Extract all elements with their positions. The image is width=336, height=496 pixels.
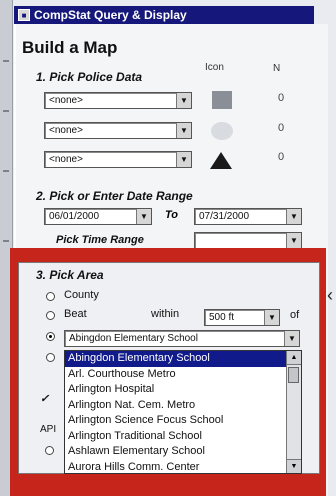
expand-arrow-icon[interactable]: ‹ [327, 285, 333, 306]
chevron-down-icon[interactable]: ▼ [136, 209, 151, 224]
list-item[interactable]: Arlington Science Focus School [65, 413, 301, 429]
checkbox-mark-icon[interactable]: ✓ [40, 392, 49, 405]
list-item[interactable]: Aurora Hills Comm. Center [65, 460, 301, 474]
chevron-down-icon[interactable]: ▼ [176, 123, 191, 138]
square-icon[interactable] [212, 91, 232, 109]
list-scrollbar[interactable]: ▲ ▼ [286, 351, 301, 473]
police-data-select-3[interactable]: <none> ▼ [44, 151, 192, 168]
radio-beat-label: Beat [64, 308, 87, 320]
chevron-down-icon[interactable]: ▼ [176, 152, 191, 167]
n-column-header: N [273, 63, 281, 74]
window-menu-icon[interactable]: ■ [18, 9, 30, 21]
list-item[interactable]: Abingdon Elementary School [65, 351, 301, 367]
police-data-select-2[interactable]: <none> ▼ [44, 122, 192, 139]
location-select[interactable]: Abingdon Elementary School ▼ [64, 330, 300, 347]
police-data-select-1[interactable]: <none> ▼ [44, 92, 192, 109]
page-title: Build a Map [22, 38, 118, 57]
scroll-down-icon[interactable]: ▼ [287, 459, 301, 473]
distance-select[interactable]: 500 ft ▼ [204, 309, 280, 326]
to-date-select[interactable]: 07/31/2000 ▼ [194, 208, 302, 225]
scroll-up-icon[interactable]: ▲ [287, 351, 301, 365]
triangle-icon[interactable] [210, 152, 232, 169]
window-title: CompStat Query & Display [34, 8, 187, 22]
radio-api[interactable] [45, 446, 54, 455]
within-label: within [151, 308, 180, 320]
icon-column-header: Icon [205, 62, 224, 73]
of-label: of [290, 309, 300, 321]
radio-location[interactable] [46, 332, 55, 341]
chevron-down-icon[interactable]: ▼ [286, 209, 301, 224]
time-range-label: Pick Time Range [56, 234, 144, 246]
time-range-select[interactable]: ▼ [194, 232, 302, 249]
step1-label: 1. Pick Police Data [36, 70, 143, 84]
list-item[interactable]: Arlington Traditional School [65, 429, 301, 445]
list-item[interactable]: Arlington Nat. Cem. Metro [65, 398, 301, 414]
radio-county-label: County [64, 289, 99, 301]
api-label: API [40, 424, 57, 435]
app-window: ■ CompStat Query & Display Build a Map 1… [0, 0, 336, 496]
scroll-thumb[interactable] [288, 367, 299, 383]
to-label: To [165, 209, 179, 221]
from-date-select[interactable]: 06/01/2000 ▼ [44, 208, 152, 225]
count-value-2: 0 [278, 122, 285, 134]
chevron-down-icon[interactable]: ▼ [284, 331, 299, 346]
circle-icon[interactable] [211, 122, 233, 140]
location-dropdown-list[interactable]: Abingdon Elementary School Arl. Courthou… [64, 350, 302, 474]
radio-county[interactable] [46, 292, 55, 301]
list-item[interactable]: Ashlawn Elementary School [65, 444, 301, 460]
step3-label: 3. Pick Area [36, 268, 104, 282]
count-value-1: 0 [278, 92, 285, 104]
chevron-down-icon[interactable]: ▼ [264, 310, 279, 325]
radio-beat[interactable] [46, 311, 55, 320]
radio-other[interactable] [46, 353, 55, 362]
list-item[interactable]: Arl. Courthouse Metro [65, 367, 301, 383]
list-item[interactable]: Arlington Hospital [65, 382, 301, 398]
title-bar[interactable]: ■ CompStat Query & Display [14, 6, 314, 24]
step2-label: 2. Pick or Enter Date Range [36, 189, 193, 203]
chevron-down-icon[interactable]: ▼ [176, 93, 191, 108]
chevron-down-icon[interactable]: ▼ [286, 233, 301, 248]
count-value-3: 0 [278, 151, 285, 163]
